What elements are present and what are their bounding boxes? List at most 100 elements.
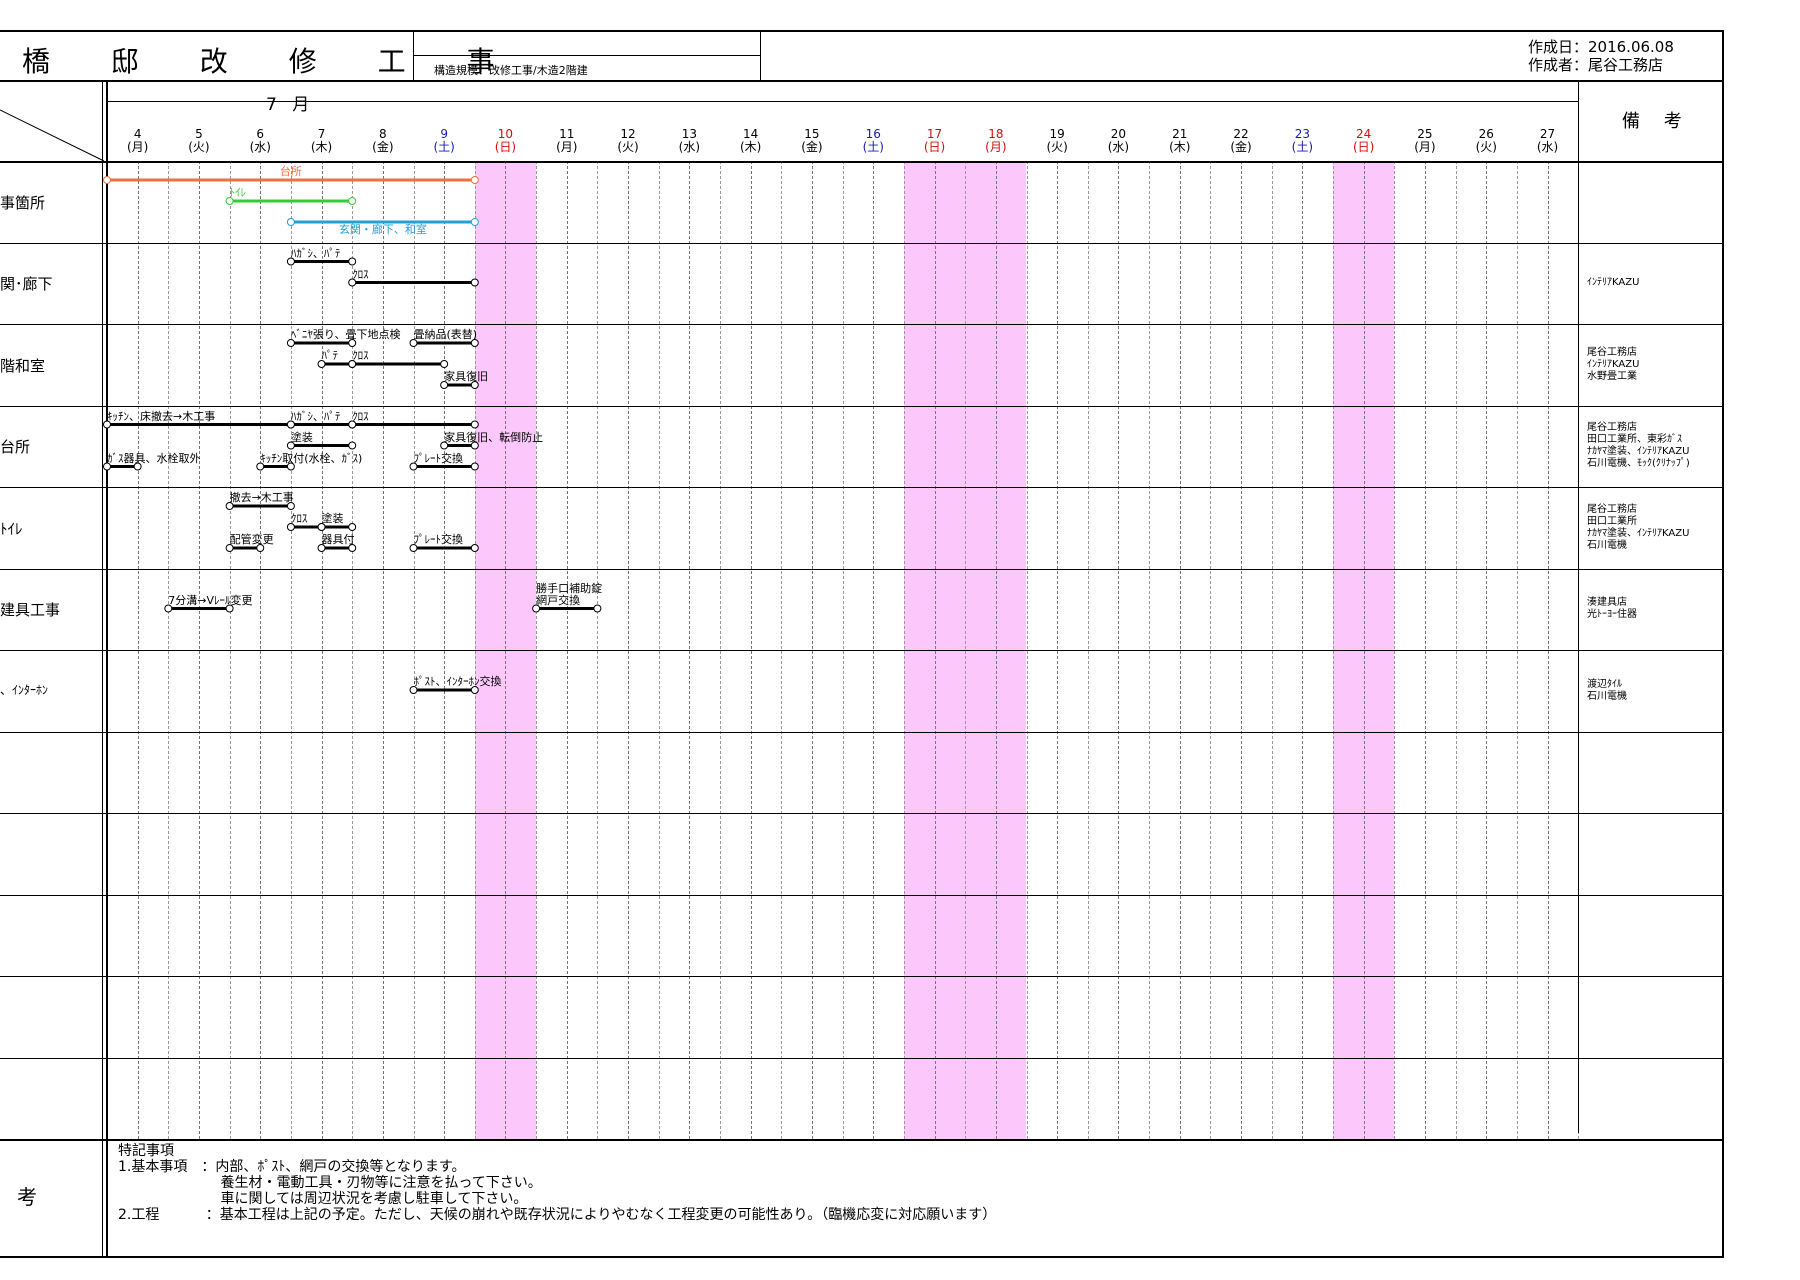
remark-text: 光ﾄｰﾖｰ住器 [1587,609,1637,621]
day-weekday: (土) [862,140,884,154]
task-label: ﾎﾟｽﾄ、ｲﾝﾀｰﾎﾝ交換 [413,675,502,688]
task-label: ｶﾞｽ器具、水栓取外 [107,451,201,465]
day-weekday: (月) [1414,140,1436,154]
day-header: 12 (火) [608,128,648,154]
task-end-marker [348,197,357,205]
task-label: ﾊｶﾞｼ、ﾊﾟﾃ [290,409,341,423]
remark-text: 尾谷工務店 [1587,422,1637,434]
task-label: ｸﾛｽ [352,349,369,362]
day-header: 9 (土) [424,128,464,154]
row-label: 台所 [0,438,31,457]
day-weekday: (水) [1536,140,1559,154]
task-end-marker [470,462,479,471]
remark-text: 石川電機 [1587,690,1627,702]
task-label: 台所 [279,165,302,178]
task-label: 勝手口補助錠 [536,581,603,595]
day-weekday: (金) [1230,140,1252,154]
remark-text: 田口工業所 [1587,515,1637,527]
day-weekday: (火) [1046,140,1068,154]
task-end-marker [348,257,357,266]
day-header: 7 (木) [302,128,342,154]
day-header: 25 (月) [1405,128,1445,154]
task-end-marker [348,523,357,531]
day-header: 5 (火) [179,128,219,154]
task-label: ｷｯﾁﾝ、床撤去→木工事 [107,409,216,423]
task-label: ﾄｲﾚ [229,186,247,199]
task-label: 畳納品(表替) [413,328,478,341]
row-label: 、ｲﾝﾀｰﾎﾝ [0,682,49,697]
task-label: 家具復旧、転倒防止 [444,430,544,444]
task-end-marker [470,544,479,552]
remark-text: ｲﾝﾃﾘｱKAZU [1587,358,1640,370]
day-header: 19 (火) [1037,128,1077,154]
remark-text: 田口工業所、東彩ｶﾞｽ [1587,434,1682,446]
day-weekday: (月) [556,140,578,154]
day-weekday: (火) [1475,140,1497,154]
day-header: 8 (金) [363,128,403,154]
header-diagonal [0,109,105,162]
remark-text: ｲﾝﾃﾘｱKAZU [1587,277,1640,289]
task-label: 塗装 [290,430,313,444]
day-weekday: (木) [1169,140,1191,154]
day-weekday: (土) [1291,140,1314,154]
task-label: 器具付 [321,533,355,546]
task-label: 網戸交換 [536,593,581,607]
day-header: 13 (水) [669,128,709,154]
day-weekday: (日) [1352,140,1375,154]
task-end-marker [470,218,479,226]
remark-text: 水野畳工業 [1587,370,1637,382]
task-label: 配管変更 [229,533,274,546]
remark-text: ﾅｶﾔﾏ塗装、ｲﾝﾃﾘｱKAZU [1587,446,1690,458]
day-header: 26 (火) [1466,128,1506,154]
row-label: 建具工事 [0,601,61,620]
day-header: 16 (土) [853,128,893,154]
task-label: 塗装 [321,512,344,525]
day-weekday: (日) [494,140,517,154]
day-header: 21 (木) [1160,128,1200,154]
task-label: ｸﾛｽ [352,409,369,423]
day-header: 17 (日) [915,128,955,154]
day-header: 11 (月) [547,128,587,154]
day-weekday: (金) [801,140,823,154]
row-label: 階和室 [0,356,46,375]
task-label: 玄関・廊下、和室 [338,223,427,236]
remark-text: 湊建具店 [1587,597,1627,609]
day-header: 10 (日) [485,128,525,154]
day-header: 4 (月) [118,128,158,154]
remark-text: 石川電機 [1587,539,1627,551]
day-weekday: (金) [372,140,394,154]
day-header: 6 (水) [240,128,280,154]
day-weekday: (土) [433,140,455,154]
task-end-marker [440,360,449,368]
task-label: ｸﾛｽ [352,267,369,281]
task-label: ﾌﾟﾚｰﾄ交換 [413,533,464,546]
remark-text: 石川電機、ﾓｯｸ(ｸﾘﾅｯﾌﾟ) [1587,458,1690,470]
day-weekday: (水) [678,140,701,154]
day-header: 15 (金) [792,128,832,154]
day-weekday: (木) [739,140,762,154]
task-label: ﾍﾞﾆﾔ張り、畳下地点検 [290,328,401,341]
task-label: ﾌﾟﾚｰﾄ交換 [413,451,464,465]
day-header: 27 (水) [1528,128,1568,154]
day-header: 24 (日) [1344,128,1384,154]
task-start-marker [286,218,295,226]
day-weekday: (木) [310,140,333,154]
day-weekday: (火) [617,140,639,154]
task-label: 家具復旧 [444,370,489,383]
task-start-marker [103,176,111,184]
task-end-marker [470,278,479,287]
remark-text: ﾅｶﾔﾏ塗装、ｲﾝﾃﾘｱKAZU [1587,527,1690,539]
row-label: ﾄｲﾚ [0,519,23,538]
day-header: 18 (月) [976,128,1016,154]
task-end-marker [470,420,479,429]
day-weekday: (火) [188,140,210,154]
day-weekday: (日) [923,140,946,154]
task-end-marker [470,176,479,184]
task-label: 撤去→木工事 [229,491,294,504]
task-label: ｸﾛｽ [290,512,308,525]
remark-text: 尾谷工務店 [1587,346,1637,358]
remark-text: 渡辺ﾀｲﾙ [1587,678,1622,690]
task-end-marker [348,441,357,450]
day-header: 22 (金) [1221,128,1261,154]
day-weekday: (月) [126,140,149,154]
